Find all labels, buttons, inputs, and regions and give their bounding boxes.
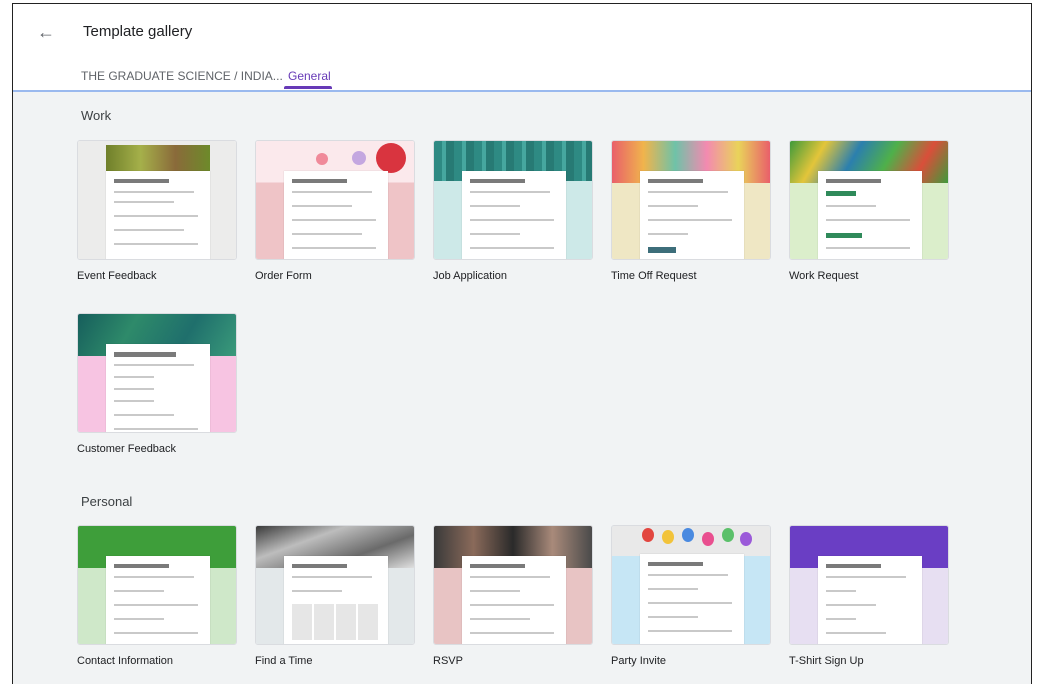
arrow-back-icon[interactable]: ← xyxy=(37,22,57,42)
template-card-contact-information[interactable]: Contact Information xyxy=(77,525,237,667)
template-label: Contact Information xyxy=(77,655,173,667)
template-card-time-off-request[interactable]: Time Off Request xyxy=(611,140,771,282)
template-thumbnail xyxy=(433,525,593,645)
template-label: Job Application xyxy=(433,270,507,282)
page-title: Template gallery xyxy=(83,23,193,40)
template-label: Work Request xyxy=(789,270,859,282)
template-thumbnail xyxy=(77,525,237,645)
template-card-party-invite[interactable]: Party Invite xyxy=(611,525,771,667)
template-label: RSVP xyxy=(433,655,463,667)
tab-graduate-science[interactable]: THE GRADUATE SCIENCE / INDIA... xyxy=(81,69,283,83)
template-card-work-request[interactable]: Work Request xyxy=(789,140,949,282)
template-thumbnail xyxy=(77,140,237,260)
template-label: Event Feedback xyxy=(77,270,157,282)
tab-general[interactable]: General xyxy=(288,69,331,83)
template-label: Order Form xyxy=(255,270,312,282)
template-card-find-a-time[interactable]: Find a Time xyxy=(255,525,415,667)
template-thumbnail xyxy=(255,525,415,645)
template-thumbnail xyxy=(255,140,415,260)
template-thumbnail xyxy=(611,140,771,260)
template-thumbnail xyxy=(433,140,593,260)
template-label: Find a Time xyxy=(255,655,313,667)
template-card-job-application[interactable]: Job Application xyxy=(433,140,593,282)
section-title-work: Work xyxy=(81,108,112,123)
template-label: Party Invite xyxy=(611,655,667,667)
template-thumbnail xyxy=(77,313,237,433)
template-card-rsvp[interactable]: RSVP xyxy=(433,525,593,667)
template-label: T-Shirt Sign Up xyxy=(789,655,864,667)
top-bar: ← Template gallery THE GRADUATE SCIENCE … xyxy=(13,4,1031,90)
template-card-order-form[interactable]: Order Form xyxy=(255,140,415,282)
template-card-customer-feedback[interactable]: Customer Feedback xyxy=(77,313,237,455)
template-thumbnail xyxy=(611,525,771,645)
template-card-t-shirt-sign-up[interactable]: T-Shirt Sign Up xyxy=(789,525,949,667)
template-thumbnail xyxy=(789,140,949,260)
template-label: Customer Feedback xyxy=(77,443,177,455)
template-card-event-feedback[interactable]: Event Feedback xyxy=(77,140,237,282)
active-tab-indicator xyxy=(284,86,332,89)
template-thumbnail xyxy=(789,525,949,645)
template-label: Time Off Request xyxy=(611,270,697,282)
app-window: ← Template gallery THE GRADUATE SCIENCE … xyxy=(12,3,1032,684)
section-title-personal: Personal xyxy=(81,494,133,509)
gallery-content: Work Event Feedback Order Form Job Appli… xyxy=(13,92,1031,684)
